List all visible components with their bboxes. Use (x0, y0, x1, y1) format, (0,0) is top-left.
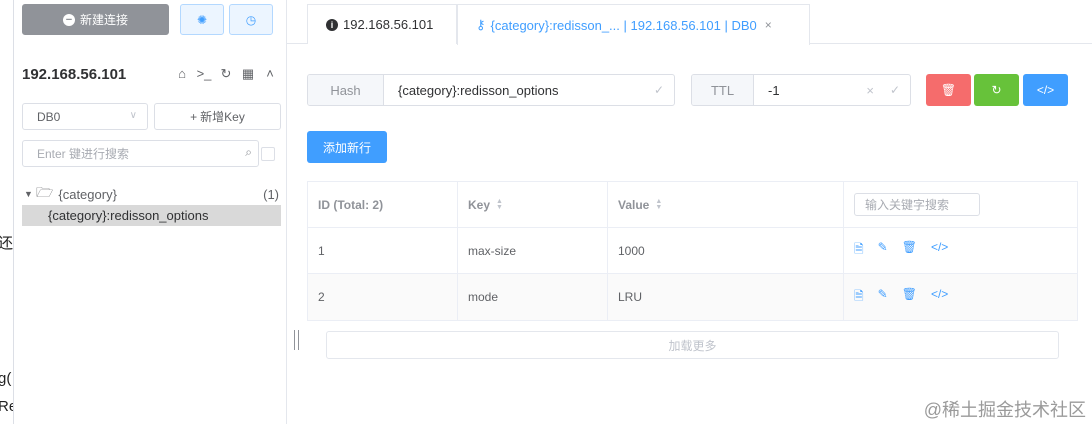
new-connection-button[interactable]: − 新建连接 (22, 4, 169, 35)
refresh-icon: ↻ (991, 83, 1002, 97)
caret-down-icon: ▼ (24, 189, 33, 199)
trash-icon: 🗑 (940, 83, 957, 97)
info-icon: i (326, 18, 338, 31)
load-more-button[interactable]: 加载更多 (326, 331, 1059, 359)
cell-key: max-size (458, 228, 608, 273)
folder-open-icon: 🗁 (36, 184, 54, 200)
search-icon: ⌕ (245, 145, 252, 159)
edge-text-fragment: g( (0, 370, 12, 387)
folder-count: (1) (263, 186, 279, 202)
dump-command-button[interactable]: </> (1023, 74, 1068, 106)
check-icon[interactable]: ✓ (890, 83, 900, 97)
terminal-icon[interactable]: >_ (196, 66, 212, 82)
code-icon[interactable]: </> (931, 240, 948, 261)
trash-icon[interactable]: 🗑 (902, 240, 917, 261)
cell-key: mode (458, 274, 608, 320)
db-select-value: DB0 (37, 109, 61, 124)
settings-button[interactable]: ✺ (180, 4, 224, 35)
delete-key-button[interactable]: 🗑 (926, 74, 971, 106)
edit-icon[interactable]: ✎ (878, 240, 888, 261)
chevron-up-icon[interactable]: ˄ (262, 66, 278, 82)
edge-text-fragment: 还 (0, 232, 13, 253)
key-type-label: Hash (308, 75, 384, 105)
cell-id: 1 (308, 228, 458, 273)
view-icon[interactable]: 🗎 (854, 287, 864, 308)
ttl-input-group: TTL -1 × ✓ (691, 74, 911, 106)
tab-bar: i 192.168.56.101 ⚷ {category}:redisson_.… (287, 0, 1092, 45)
watermark: @稀土掘金技术社区 (923, 400, 1086, 420)
ttl-input[interactable]: -1 × ✓ (754, 75, 910, 105)
row-actions: 🗎 ✎ 🗑 </> (844, 228, 1077, 273)
column-header-value-label: Value (618, 197, 650, 212)
code-icon: </> (1036, 83, 1055, 97)
sort-icon[interactable]: ▲ ▼ (496, 198, 503, 211)
key-icon: ⚷ (476, 17, 486, 32)
column-header-key-label: Key (468, 197, 491, 212)
column-header-value[interactable]: Value ▲ ▼ (608, 182, 844, 227)
filter-input[interactable]: 输入关键字搜索 (854, 193, 980, 216)
clear-icon[interactable]: × (866, 83, 874, 98)
key-name-input-group: Hash {category}:redisson_options ✓ (307, 74, 675, 106)
history-button[interactable]: ◷ (229, 4, 273, 35)
db-select[interactable]: DB0 ∨ (22, 103, 148, 130)
column-header-id: ID (Total: 2) (308, 182, 458, 227)
code-icon[interactable]: </> (931, 287, 948, 308)
clock-icon: ◷ (245, 12, 257, 27)
cell-value: LRU (608, 274, 844, 320)
home-icon[interactable]: ⌂ (174, 66, 190, 82)
key-name-input[interactable]: {category}:redisson_options ✓ (384, 75, 674, 105)
add-row-button[interactable]: 添加新行 (307, 131, 387, 163)
edit-icon[interactable]: ✎ (878, 287, 888, 308)
check-icon[interactable]: ✓ (654, 83, 664, 97)
new-connection-label: 新建连接 (79, 13, 128, 27)
connection-toolbar: ⌂ >_ ↻ ▦ ˄ (174, 66, 278, 82)
background-window-edge: 还 g( Re (0, 0, 14, 424)
resize-handle[interactable] (294, 330, 299, 350)
new-key-label: 新增Key (200, 110, 245, 124)
grid-icon[interactable]: ▦ (240, 66, 256, 82)
ttl-value: -1 (768, 82, 780, 98)
tree-key-item[interactable]: {category}:redisson_options (22, 205, 281, 226)
tab-key-detail[interactable]: ⚷ {category}:redisson_... | 192.168.56.1… (457, 4, 810, 45)
filter-cell: 输入关键字搜索 (844, 182, 1077, 227)
tree-folder[interactable]: ▼ 🗁 {category} (1) (24, 184, 282, 204)
ttl-label: TTL (692, 75, 754, 105)
refresh-key-button[interactable]: ↻ (974, 74, 1019, 106)
folder-name: {category} (58, 186, 117, 202)
plus-circle-icon: − (62, 13, 75, 26)
sidebar: − 新建连接 ✺ ◷ 192.168.56.101 ⌂ >_ ↻ ▦ ˄ DB0… (14, 0, 287, 424)
exact-search-checkbox[interactable] (261, 147, 275, 161)
edge-text-fragment: Re (0, 398, 13, 415)
table-row: 2 mode LRU 🗎 ✎ 🗑 </> (308, 274, 1077, 320)
plus-icon: + (190, 109, 198, 124)
table-header-row: ID (Total: 2) Key ▲ ▼ Value ▲ ▼ 输入关键字搜索 (308, 182, 1077, 228)
chevron-down-icon: ∨ (129, 110, 137, 121)
new-key-button[interactable]: + 新增Key (154, 103, 281, 130)
cell-value: 1000 (608, 228, 844, 273)
column-header-key[interactable]: Key ▲ ▼ (458, 182, 608, 227)
sort-icon[interactable]: ▲ ▼ (655, 198, 662, 211)
cell-id: 2 (308, 274, 458, 320)
tab-label: 192.168.56.101 (343, 17, 434, 32)
key-search-input[interactable]: Enter 键进行搜索 ⌕ (22, 140, 259, 167)
trash-icon[interactable]: 🗑 (902, 287, 917, 308)
search-placeholder: Enter 键进行搜索 (37, 147, 130, 161)
row-actions: 🗎 ✎ 🗑 </> (844, 274, 1077, 320)
gear-icon: ✺ (196, 12, 208, 27)
hash-table: ID (Total: 2) Key ▲ ▼ Value ▲ ▼ 输入关键字搜索 1 … (307, 181, 1078, 321)
view-icon[interactable]: 🗎 (854, 240, 864, 261)
table-row: 1 max-size 1000 🗎 ✎ 🗑 </> (308, 228, 1077, 274)
key-name-value: {category}:redisson_options (398, 82, 559, 98)
tab-label: {category}:redisson_... | 192.168.56.101… (490, 17, 757, 33)
close-icon[interactable]: × (765, 18, 772, 32)
tab-connection[interactable]: i 192.168.56.101 (307, 4, 457, 44)
connection-name[interactable]: 192.168.56.101 (22, 66, 126, 83)
refresh-icon[interactable]: ↻ (218, 66, 234, 82)
